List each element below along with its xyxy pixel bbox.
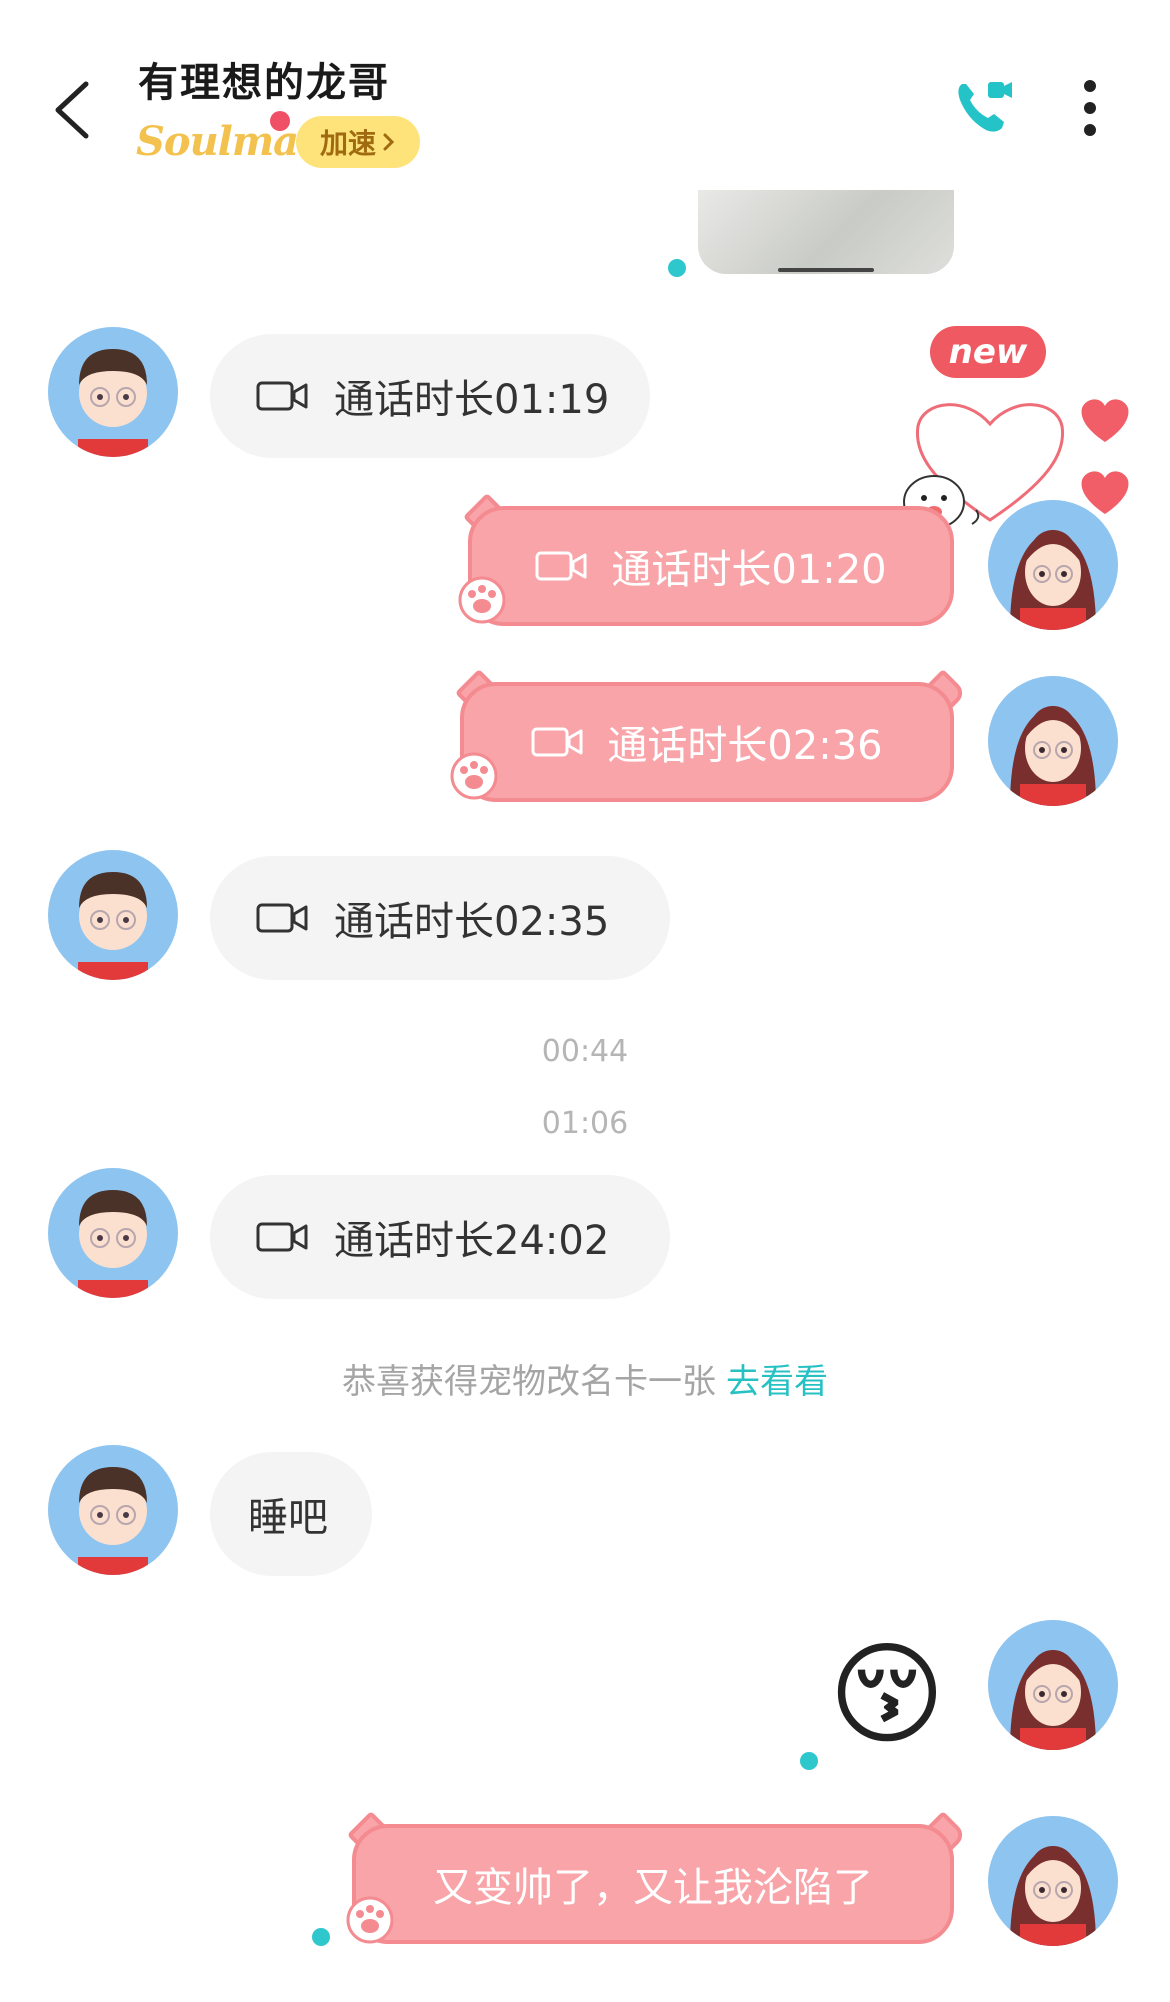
my-avatar[interactable] xyxy=(988,1816,1118,1946)
heart-icon xyxy=(1081,399,1129,442)
contact-avatar[interactable] xyxy=(48,1445,178,1575)
call-duration-text: 通话时长01:20 xyxy=(611,547,887,593)
call-record-bubble[interactable]: 通话时长01:20 xyxy=(468,506,954,626)
paw-icon xyxy=(346,1896,394,1944)
my-avatar[interactable] xyxy=(988,500,1118,630)
my-avatar[interactable] xyxy=(988,1620,1118,1750)
timestamp: 01:06 xyxy=(541,1106,629,1141)
contact-avatar[interactable] xyxy=(48,850,178,980)
image-message[interactable] xyxy=(698,190,954,274)
contact-avatar[interactable] xyxy=(48,1168,178,1298)
contact-avatar[interactable] xyxy=(48,327,178,457)
call-duration-text: 通话时长01:19 xyxy=(334,377,610,423)
call-duration-text: 通话时长24:02 xyxy=(334,1218,610,1264)
contact-name[interactable]: 有理想的龙哥 xyxy=(138,50,390,108)
read-status-dot xyxy=(800,1752,818,1770)
call-record-bubble[interactable]: 通话时长02:35 xyxy=(210,856,670,980)
camera-icon xyxy=(256,903,308,933)
timestamp: 00:44 xyxy=(541,1034,629,1069)
paw-icon xyxy=(458,576,506,624)
camera-icon xyxy=(531,727,583,757)
more-vertical-icon[interactable] xyxy=(1080,78,1100,138)
call-duration-text: 通话时长02:35 xyxy=(334,899,610,945)
system-notice: 恭喜获得宠物改名卡一张 去看看 xyxy=(0,1354,1170,1403)
camera-icon xyxy=(256,1222,308,1252)
view-link[interactable]: 去看看 xyxy=(726,1362,828,1402)
call-record-bubble[interactable]: 通话时长01:19 xyxy=(210,334,650,458)
emoji-message[interactable]: 😚 xyxy=(822,1630,952,1760)
call-duration-text: 通话时长02:36 xyxy=(607,723,883,769)
boost-button[interactable]: 加速 xyxy=(296,116,420,168)
read-status-dot xyxy=(312,1928,330,1946)
message-text: 又变帅了，又让我沦陷了 xyxy=(433,1865,873,1911)
my-avatar[interactable] xyxy=(988,676,1118,806)
chat-header: 有理想的龙哥 Soulmate 加速 xyxy=(0,0,1170,190)
boost-label: 加速 xyxy=(319,127,376,160)
message-text: 睡吧 xyxy=(248,1495,328,1541)
paw-icon xyxy=(450,752,498,800)
notice-text: 恭喜获得宠物改名卡一张 xyxy=(342,1362,716,1402)
new-badge: new xyxy=(930,326,1046,378)
text-message-bubble[interactable]: 睡吧 xyxy=(210,1452,372,1576)
call-record-bubble[interactable]: 通话时长24:02 xyxy=(210,1175,670,1299)
chevron-right-icon xyxy=(383,133,395,151)
call-record-bubble[interactable]: 通话时长02:36 xyxy=(460,682,954,802)
text-message-bubble[interactable]: 又变帅了，又让我沦陷了 xyxy=(352,1824,954,1944)
camera-icon xyxy=(256,381,308,411)
read-status-dot xyxy=(668,259,686,277)
video-call-icon[interactable] xyxy=(952,76,1016,140)
notification-dot xyxy=(270,111,290,131)
camera-icon xyxy=(535,551,587,581)
back-arrow-icon[interactable] xyxy=(48,78,98,142)
